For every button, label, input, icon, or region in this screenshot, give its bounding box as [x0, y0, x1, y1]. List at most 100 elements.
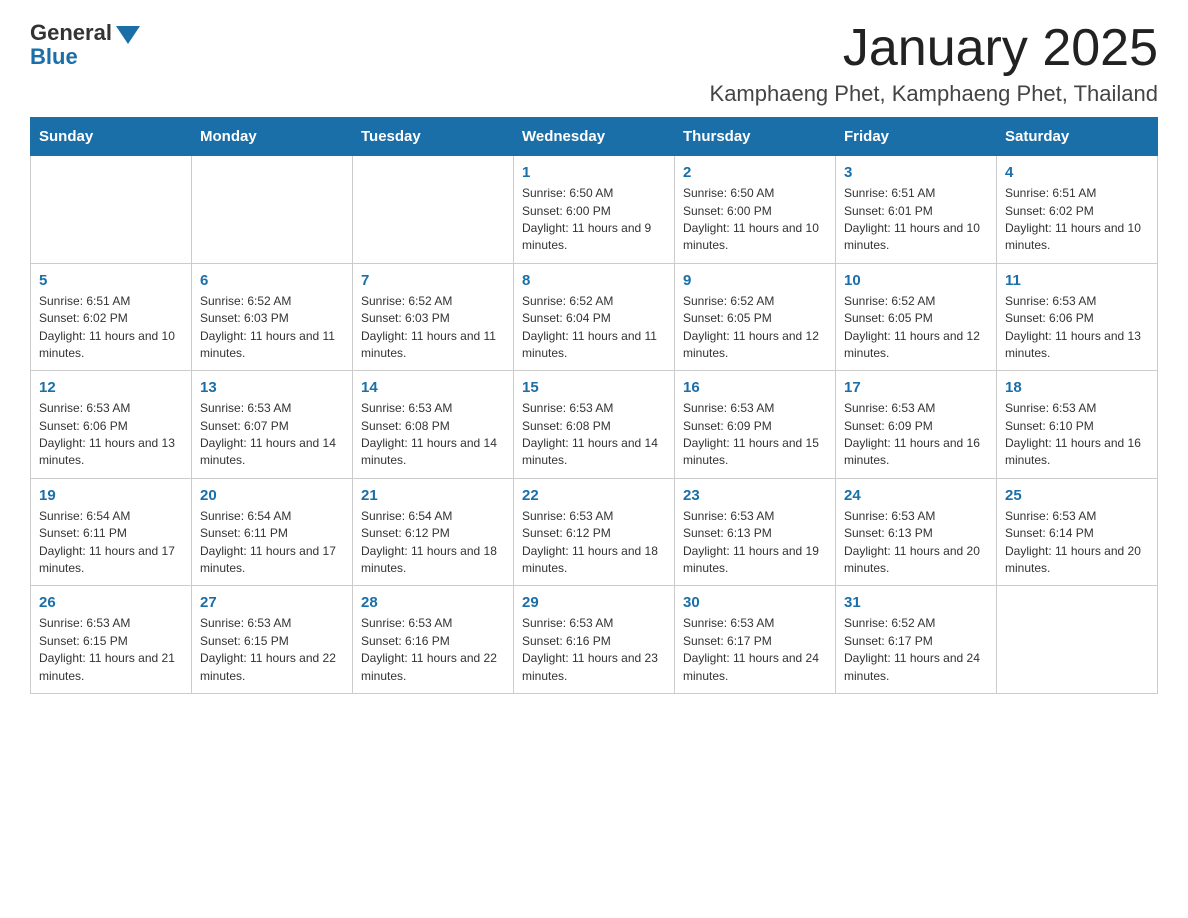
day-number: 3 [844, 164, 988, 181]
day-number: 12 [39, 379, 183, 396]
calendar-day-cell: 1 Sunrise: 6:50 AM Sunset: 6:00 PM Daylig… [514, 156, 675, 264]
day-number: 20 [200, 487, 344, 504]
day-info: Sunrise: 6:52 AM Sunset: 6:17 PM Dayligh… [844, 615, 988, 685]
page-header: General Blue January 2025 Kamphaeng Phet… [30, 20, 1158, 107]
day-info: Sunrise: 6:51 AM Sunset: 6:02 PM Dayligh… [1005, 185, 1149, 255]
calendar-day-cell: 17 Sunrise: 6:53 AM Sunset: 6:09 PM Dayli… [836, 371, 997, 479]
day-info: Sunrise: 6:53 AM Sunset: 6:09 PM Dayligh… [683, 400, 827, 470]
day-info: Sunrise: 6:50 AM Sunset: 6:00 PM Dayligh… [522, 185, 666, 255]
calendar-day-cell: 14 Sunrise: 6:53 AM Sunset: 6:08 PM Dayli… [353, 371, 514, 479]
calendar-table: SundayMondayTuesdayWednesdayThursdayFrid… [30, 117, 1158, 694]
calendar-day-header: Tuesday [353, 118, 514, 156]
calendar-day-cell: 20 Sunrise: 6:54 AM Sunset: 6:11 PM Dayli… [192, 478, 353, 586]
calendar-day-header: Friday [836, 118, 997, 156]
day-number: 17 [844, 379, 988, 396]
calendar-day-cell: 18Sunrise: 6:53 AM Sunset: 6:10 PM Dayli… [997, 371, 1158, 479]
calendar-day-cell: 31 Sunrise: 6:52 AM Sunset: 6:17 PM Dayli… [836, 586, 997, 694]
calendar-day-cell: 8Sunrise: 6:52 AM Sunset: 6:04 PM Daylig… [514, 263, 675, 371]
calendar-week-row: 1 Sunrise: 6:50 AM Sunset: 6:00 PM Daylig… [31, 156, 1158, 264]
calendar-week-row: 19 Sunrise: 6:54 AM Sunset: 6:11 PM Dayli… [31, 478, 1158, 586]
calendar-day-cell: 7Sunrise: 6:52 AM Sunset: 6:03 PM Daylig… [353, 263, 514, 371]
day-info: Sunrise: 6:53 AM Sunset: 6:16 PM Dayligh… [522, 615, 666, 685]
calendar-day-cell: 15Sunrise: 6:53 AM Sunset: 6:08 PM Dayli… [514, 371, 675, 479]
calendar-day-cell: 2Sunrise: 6:50 AM Sunset: 6:00 PM Daylig… [675, 156, 836, 264]
calendar-day-cell: 30 Sunrise: 6:53 AM Sunset: 6:17 PM Dayli… [675, 586, 836, 694]
calendar-day-cell: 10 Sunrise: 6:52 AM Sunset: 6:05 PM Dayli… [836, 263, 997, 371]
calendar-day-cell: 4 Sunrise: 6:51 AM Sunset: 6:02 PM Daylig… [997, 156, 1158, 264]
calendar-day-cell: 27 Sunrise: 6:53 AM Sunset: 6:15 PM Dayli… [192, 586, 353, 694]
calendar-day-cell: 25 Sunrise: 6:53 AM Sunset: 6:14 PM Dayli… [997, 478, 1158, 586]
calendar-week-row: 12Sunrise: 6:53 AM Sunset: 6:06 PM Dayli… [31, 371, 1158, 479]
day-number: 21 [361, 487, 505, 504]
day-info: Sunrise: 6:53 AM Sunset: 6:14 PM Dayligh… [1005, 508, 1149, 578]
logo-blue-text: Blue [30, 44, 78, 70]
location-title: Kamphaeng Phet, Kamphaeng Phet, Thailand [710, 81, 1158, 107]
day-info: Sunrise: 6:53 AM Sunset: 6:16 PM Dayligh… [361, 615, 505, 685]
day-number: 22 [522, 487, 666, 504]
day-info: Sunrise: 6:53 AM Sunset: 6:13 PM Dayligh… [683, 508, 827, 578]
calendar-day-cell: 22 Sunrise: 6:53 AM Sunset: 6:12 PM Dayli… [514, 478, 675, 586]
calendar-day-cell: 29 Sunrise: 6:53 AM Sunset: 6:16 PM Dayli… [514, 586, 675, 694]
day-number: 10 [844, 272, 988, 289]
calendar-day-cell: 21 Sunrise: 6:54 AM Sunset: 6:12 PM Dayli… [353, 478, 514, 586]
day-number: 5 [39, 272, 183, 289]
calendar-day-cell: 28 Sunrise: 6:53 AM Sunset: 6:16 PM Dayli… [353, 586, 514, 694]
calendar-day-cell: 11Sunrise: 6:53 AM Sunset: 6:06 PM Dayli… [997, 263, 1158, 371]
calendar-day-cell [353, 156, 514, 264]
calendar-day-cell [31, 156, 192, 264]
calendar-week-row: 26 Sunrise: 6:53 AM Sunset: 6:15 PM Dayli… [31, 586, 1158, 694]
day-number: 27 [200, 594, 344, 611]
day-info: Sunrise: 6:53 AM Sunset: 6:07 PM Dayligh… [200, 400, 344, 470]
day-info: Sunrise: 6:54 AM Sunset: 6:12 PM Dayligh… [361, 508, 505, 578]
day-number: 30 [683, 594, 827, 611]
calendar-day-header: Saturday [997, 118, 1158, 156]
day-number: 16 [683, 379, 827, 396]
calendar-day-header: Wednesday [514, 118, 675, 156]
day-info: Sunrise: 6:53 AM Sunset: 6:12 PM Dayligh… [522, 508, 666, 578]
day-number: 13 [200, 379, 344, 396]
day-number: 24 [844, 487, 988, 504]
calendar-day-cell [997, 586, 1158, 694]
day-number: 29 [522, 594, 666, 611]
day-info: Sunrise: 6:52 AM Sunset: 6:05 PM Dayligh… [844, 293, 988, 363]
calendar-day-cell: 24Sunrise: 6:53 AM Sunset: 6:13 PM Dayli… [836, 478, 997, 586]
day-info: Sunrise: 6:53 AM Sunset: 6:15 PM Dayligh… [39, 615, 183, 685]
calendar-day-header: Thursday [675, 118, 836, 156]
day-number: 1 [522, 164, 666, 181]
day-number: 2 [683, 164, 827, 181]
day-info: Sunrise: 6:53 AM Sunset: 6:15 PM Dayligh… [200, 615, 344, 685]
calendar-day-cell: 5 Sunrise: 6:51 AM Sunset: 6:02 PM Daylig… [31, 263, 192, 371]
calendar-day-cell: 16 Sunrise: 6:53 AM Sunset: 6:09 PM Dayli… [675, 371, 836, 479]
day-info: Sunrise: 6:51 AM Sunset: 6:02 PM Dayligh… [39, 293, 183, 363]
day-info: Sunrise: 6:51 AM Sunset: 6:01 PM Dayligh… [844, 185, 988, 255]
day-number: 23 [683, 487, 827, 504]
day-info: Sunrise: 6:53 AM Sunset: 6:17 PM Dayligh… [683, 615, 827, 685]
logo-arrow-icon [116, 26, 140, 44]
day-info: Sunrise: 6:52 AM Sunset: 6:03 PM Dayligh… [200, 293, 344, 363]
day-number: 4 [1005, 164, 1149, 181]
day-number: 25 [1005, 487, 1149, 504]
logo: General Blue [30, 20, 140, 70]
calendar-day-cell: 3 Sunrise: 6:51 AM Sunset: 6:01 PM Daylig… [836, 156, 997, 264]
day-number: 26 [39, 594, 183, 611]
day-info: Sunrise: 6:53 AM Sunset: 6:09 PM Dayligh… [844, 400, 988, 470]
day-info: Sunrise: 6:53 AM Sunset: 6:06 PM Dayligh… [1005, 293, 1149, 363]
day-info: Sunrise: 6:52 AM Sunset: 6:05 PM Dayligh… [683, 293, 827, 363]
day-info: Sunrise: 6:53 AM Sunset: 6:10 PM Dayligh… [1005, 400, 1149, 470]
day-info: Sunrise: 6:54 AM Sunset: 6:11 PM Dayligh… [200, 508, 344, 578]
calendar-day-cell [192, 156, 353, 264]
day-number: 19 [39, 487, 183, 504]
day-number: 15 [522, 379, 666, 396]
day-number: 6 [200, 272, 344, 289]
day-info: Sunrise: 6:53 AM Sunset: 6:08 PM Dayligh… [361, 400, 505, 470]
day-info: Sunrise: 6:52 AM Sunset: 6:03 PM Dayligh… [361, 293, 505, 363]
calendar-day-cell: 9Sunrise: 6:52 AM Sunset: 6:05 PM Daylig… [675, 263, 836, 371]
calendar-week-row: 5 Sunrise: 6:51 AM Sunset: 6:02 PM Daylig… [31, 263, 1158, 371]
day-number: 31 [844, 594, 988, 611]
calendar-day-header: Sunday [31, 118, 192, 156]
calendar-day-cell: 23 Sunrise: 6:53 AM Sunset: 6:13 PM Dayli… [675, 478, 836, 586]
day-number: 14 [361, 379, 505, 396]
calendar-day-cell: 6 Sunrise: 6:52 AM Sunset: 6:03 PM Daylig… [192, 263, 353, 371]
day-number: 28 [361, 594, 505, 611]
month-title: January 2025 [710, 20, 1158, 77]
